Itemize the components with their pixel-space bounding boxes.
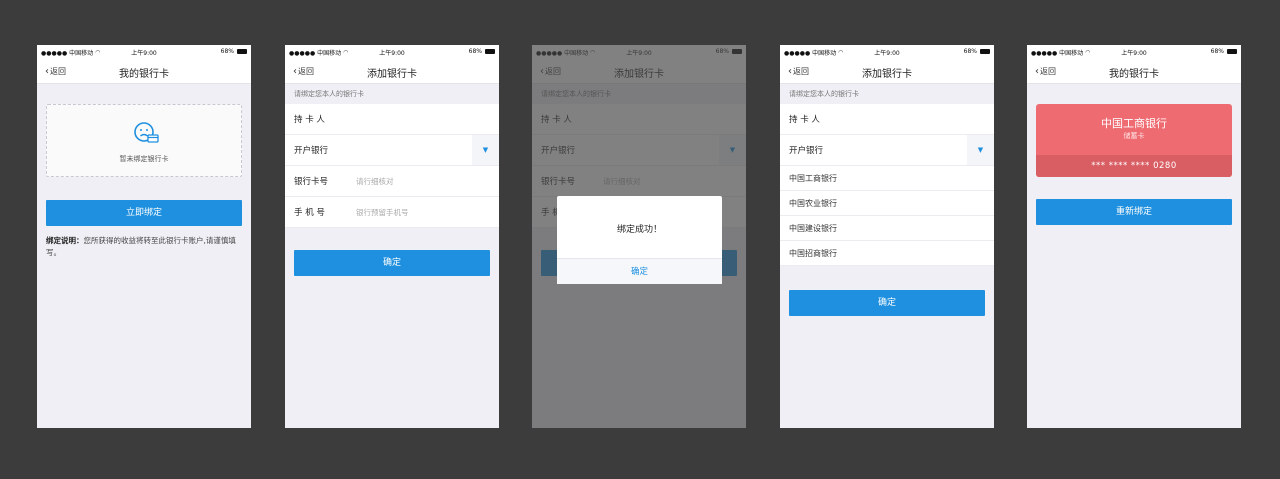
bank-label: 开户银行	[294, 146, 329, 156]
screen-add-card-form: ●●●●● 中国移动 ◠ 上午9:00 68% ‹ 返回 添加银行卡 请绑定您本人的…	[285, 45, 499, 428]
chevron-left-icon: ‹	[1035, 65, 1039, 77]
nav-bar: ‹返回 添加银行卡	[780, 58, 994, 84]
card-number-field[interactable]: 银行卡号 请行细核对	[285, 166, 499, 197]
status-time: 上午9:00	[379, 50, 405, 57]
chevron-left-icon: ‹	[788, 65, 792, 77]
bank-options-list: 中国工商银行 中国农业银行 中国建设银行 中国招商银行	[780, 166, 994, 266]
back-button[interactable]: ‹返回	[45, 66, 66, 77]
bind-note: 绑定说明：您所获得的收益将转至此银行卡账户,请谨慎填写。	[46, 235, 244, 259]
battery-icon	[1227, 49, 1237, 54]
phone-field[interactable]: 手 机 号 银行预留手机号	[285, 197, 499, 228]
back-label: 返回	[50, 67, 66, 76]
sad-card-icon	[134, 122, 159, 143]
dropdown-arrow-icon[interactable]: ▼	[967, 135, 994, 165]
battery-icon	[485, 49, 495, 54]
bind-note-label: 绑定说明：	[46, 236, 84, 245]
screen-bind-success: ●●●●● 中国移动◠ 上午9:00 68% ‹返回 添加银行卡 请绑定您本人的…	[532, 45, 746, 428]
battery-percent: 68%	[963, 48, 977, 55]
cardholder-label: 持 卡 人	[789, 115, 820, 125]
cardholder-field[interactable]: 持 卡 人	[780, 104, 994, 135]
dialog-confirm-button[interactable]: 确定	[557, 258, 722, 284]
back-label: 返回	[1040, 67, 1056, 76]
nav-bar: ‹ 返回 我的银行卡	[37, 58, 251, 84]
bind-now-button[interactable]: 立即绑定	[46, 200, 242, 226]
screen-my-cards-bound: ●●●●● 中国移动 ◠ 上午9:00 68% ‹ 返回 我的银行卡 中国工商银行 …	[1027, 45, 1241, 428]
status-time: 上午9:00	[1121, 50, 1147, 57]
nav-bar: ‹ 返回 我的银行卡	[1027, 58, 1241, 84]
page-title: 添加银行卡	[862, 69, 912, 80]
form-hint: 请绑定您本人的银行卡	[789, 90, 859, 98]
status-bar: ●●●●● 中国移动◠ 上午9:00 68%	[780, 45, 994, 58]
back-button[interactable]: ‹返回	[788, 66, 809, 77]
bank-select[interactable]: 开户银行 ▼	[780, 135, 994, 166]
confirm-button[interactable]: 确定	[789, 290, 985, 316]
back-label: 返回	[793, 67, 809, 76]
bank-option[interactable]: 中国招商银行	[780, 241, 994, 266]
confirm-button[interactable]: 确定	[294, 250, 490, 276]
bank-card[interactable]: 中国工商银行 储蓄卡 *** **** **** 0280	[1036, 104, 1232, 177]
empty-state-text: 暂未绑定银行卡	[119, 155, 169, 163]
card-form: 持 卡 人 开户银行 ▼ 银行卡号 请行细核对 手 机 号 银行预留手机号	[285, 104, 499, 228]
status-bar: ●●●●● 中国移动◠ 上午9:00 68%	[285, 45, 499, 58]
page-title: 我的银行卡	[119, 69, 169, 80]
page-title: 添加银行卡	[367, 69, 417, 80]
card-number-placeholder: 请行细核对	[356, 176, 394, 186]
status-time: 上午9:00	[131, 50, 157, 57]
empty-card-placeholder: 暂未绑定银行卡	[46, 104, 242, 177]
battery-icon	[237, 49, 247, 54]
bank-select[interactable]: 开户银行 ▼	[285, 135, 499, 166]
screen-bank-dropdown: ●●●●● 中国移动 ◠ 上午9:00 68% ‹ 返回 添加银行卡 请绑定您本人的…	[780, 45, 994, 428]
card-type: 储蓄卡	[1123, 132, 1145, 140]
status-bar: ●●●●● 中国移动◠ 上午9:00 68%	[1027, 45, 1241, 58]
back-button[interactable]: ‹返回	[293, 66, 314, 77]
cardholder-label: 持 卡 人	[294, 115, 325, 125]
battery-percent: 68%	[468, 48, 482, 55]
dialog-message: 绑定成功！	[616, 225, 662, 235]
nav-bar: ‹返回 添加银行卡	[285, 58, 499, 84]
battery-icon	[980, 49, 990, 54]
card-form: 持 卡 人 开户银行 ▼	[780, 104, 994, 166]
status-bar: ●●●●● 中国移动◠ 上午9:00 68%	[37, 45, 251, 58]
cardholder-field[interactable]: 持 卡 人	[285, 104, 499, 135]
rebind-button[interactable]: 重新绑定	[1036, 199, 1232, 225]
chevron-left-icon: ‹	[45, 65, 49, 77]
page-title: 我的银行卡	[1109, 69, 1159, 80]
bank-option[interactable]: 中国工商银行	[780, 166, 994, 191]
card-bank-name: 中国工商银行	[1101, 117, 1167, 130]
battery-percent: 68%	[1210, 48, 1224, 55]
battery-percent: 68%	[220, 48, 234, 55]
card-masked-number: *** **** **** 0280	[1036, 155, 1232, 177]
chevron-left-icon: ‹	[293, 65, 297, 77]
bank-label: 开户银行	[789, 146, 824, 156]
dropdown-arrow-icon[interactable]: ▼	[472, 135, 499, 165]
back-label: 返回	[298, 67, 314, 76]
bank-option[interactable]: 中国建设银行	[780, 216, 994, 241]
phone-placeholder: 银行预留手机号	[356, 207, 409, 217]
success-dialog: 绑定成功！ 确定	[557, 196, 722, 284]
bank-option[interactable]: 中国农业银行	[780, 191, 994, 216]
status-time: 上午9:00	[874, 50, 900, 57]
phone-label: 手 机 号	[294, 208, 325, 218]
back-button[interactable]: ‹返回	[1035, 66, 1056, 77]
form-hint: 请绑定您本人的银行卡	[294, 90, 364, 98]
screen-my-cards-empty: ●●●●● 中国移动 ◠ 上午9:00 68% ‹ 返回 我的银行卡 暂未绑定银行卡…	[37, 45, 251, 428]
card-number-label: 银行卡号	[294, 177, 329, 187]
